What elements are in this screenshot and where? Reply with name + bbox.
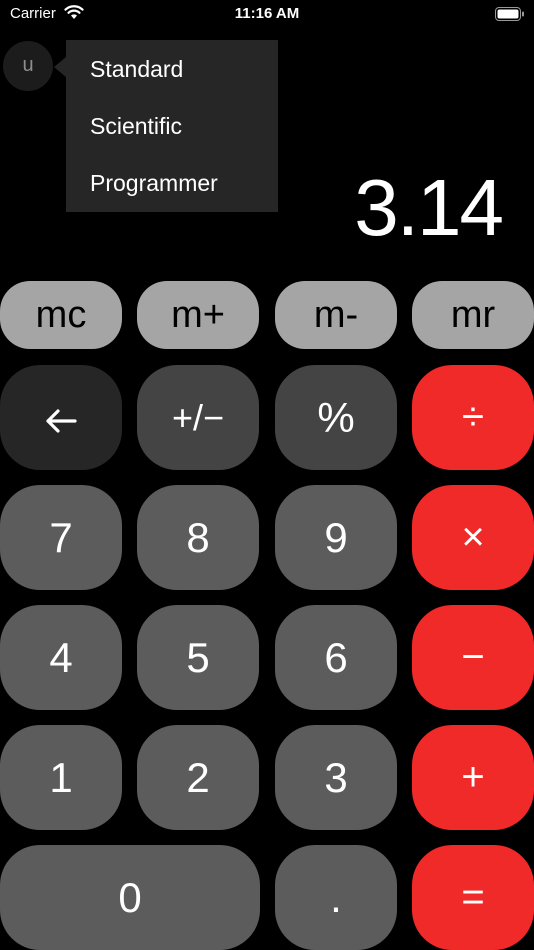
digit-9-button[interactable]: 9	[275, 485, 397, 590]
menu-item-standard[interactable]: Standard	[90, 56, 183, 83]
result-display: 3.14	[354, 163, 504, 252]
mode-menu: Standard Scientific Programmer	[66, 40, 278, 212]
mode-toggle-button[interactable]: u	[3, 41, 53, 91]
menu-pointer	[54, 57, 66, 77]
status-bar: Carrier 11:16 AM	[0, 0, 534, 30]
digit-4-button[interactable]: 4	[0, 605, 122, 710]
menu-item-scientific[interactable]: Scientific	[90, 113, 182, 140]
digit-1-button[interactable]: 1	[0, 725, 122, 830]
multiply-button[interactable]: ×	[412, 485, 534, 590]
menu-item-programmer[interactable]: Programmer	[90, 170, 218, 197]
equals-button[interactable]: =	[412, 845, 534, 950]
digit-2-button[interactable]: 2	[137, 725, 259, 830]
digit-5-button[interactable]: 5	[137, 605, 259, 710]
backspace-button[interactable]	[0, 365, 122, 470]
memory-add-button[interactable]: m+	[137, 281, 259, 349]
battery-icon	[495, 7, 524, 21]
digit-0-button[interactable]: 0	[0, 845, 260, 950]
memory-recall-button[interactable]: mr	[412, 281, 534, 349]
divide-button[interactable]: ÷	[412, 365, 534, 470]
subtract-button[interactable]: −	[412, 605, 534, 710]
digit-7-button[interactable]: 7	[0, 485, 122, 590]
digit-6-button[interactable]: 6	[275, 605, 397, 710]
add-button[interactable]: +	[412, 725, 534, 830]
memory-subtract-button[interactable]: m-	[275, 281, 397, 349]
left-arrow-icon	[46, 409, 77, 433]
status-time: 11:16 AM	[234, 5, 300, 22]
memory-clear-button[interactable]: mc	[0, 281, 122, 349]
calculator-app: Carrier 11:16 AM u Standard Scientific P…	[0, 0, 534, 950]
digit-3-button[interactable]: 3	[275, 725, 397, 830]
decimal-button[interactable]: .	[275, 845, 397, 950]
sign-toggle-button[interactable]: +/−	[137, 365, 259, 470]
digit-8-button[interactable]: 8	[137, 485, 259, 590]
percent-button[interactable]: %	[275, 365, 397, 470]
